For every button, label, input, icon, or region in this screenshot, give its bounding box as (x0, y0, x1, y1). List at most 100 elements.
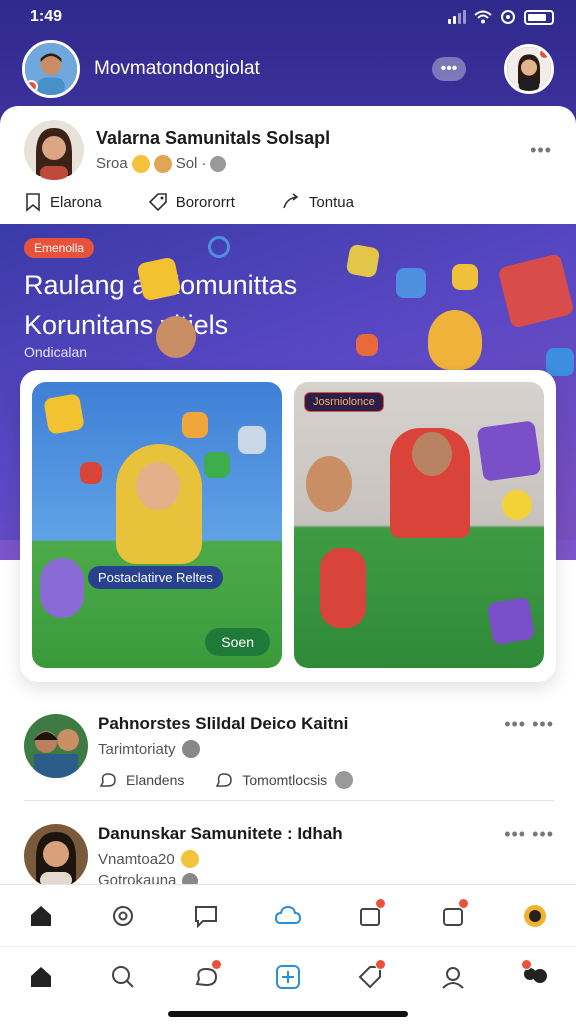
nav-sticker[interactable] (517, 898, 553, 934)
signal-icon (448, 10, 466, 24)
feed-avatar[interactable] (24, 714, 88, 778)
notification-dot (457, 897, 469, 909)
globe-icon (210, 155, 227, 172)
block-icon (182, 412, 208, 438)
nav-calendar[interactable] (352, 897, 388, 934)
feed-item-title: Pahnorstes Slildal Deico Kaitni (98, 714, 349, 733)
post-card: Valarna Samunitals Solsapl Sroa Sol · ••… (0, 106, 576, 224)
sticker-icon (523, 904, 546, 927)
nav-home[interactable] (23, 898, 59, 934)
avatar-woman-image (24, 824, 88, 888)
status-time: 1:49 (30, 8, 63, 25)
chat-block-icon (345, 243, 381, 279)
block-icon (43, 393, 85, 435)
avatar-group-image (24, 714, 88, 778)
banner-title-2: Korunitans vitiels (24, 310, 229, 340)
status-icons (448, 9, 554, 25)
block-icon (204, 452, 230, 478)
post-author-name: Valarna Samunitals Solsapl (96, 127, 331, 148)
feed-item[interactable]: Pahnorstes Slildal Deico Kaitni Tarimtor… (24, 714, 554, 790)
emoji-icon (180, 850, 199, 868)
tile-left[interactable]: Postaclatirve Reltes Soen (32, 382, 282, 668)
heart-block-icon (356, 334, 378, 356)
banner-subtitle: Ondicalan (24, 344, 88, 360)
tab-home[interactable] (23, 959, 59, 995)
post-action-1[interactable]: Elarona (24, 192, 102, 212)
more-options-button[interactable]: ••• (432, 57, 466, 81)
banner-badge: Emenolla (24, 238, 95, 258)
post-meta-text-2: Sol (175, 155, 198, 172)
header-title: Movmatondongiolat (94, 58, 260, 79)
emoji-icon (153, 154, 172, 173)
share-icon (283, 193, 299, 209)
feed-avatar[interactable] (24, 824, 88, 888)
post-meta-text: Sroa (96, 155, 128, 172)
add-icon (275, 964, 300, 989)
post-author-avatar[interactable] (24, 120, 84, 180)
top-header: Movmatondongiolat ••• (0, 34, 576, 104)
mascot-bear-image (428, 310, 482, 370)
avatar-woman-image (24, 120, 84, 180)
home-icon (31, 966, 52, 987)
home-indicator (168, 1011, 408, 1017)
user-avatar[interactable] (22, 40, 80, 98)
decor-circle-icon (208, 236, 230, 258)
battery-icon (524, 9, 554, 25)
puzzle-block-icon (136, 256, 182, 302)
close-icon[interactable] (335, 771, 354, 789)
feed-item-title: Danunskar Samunitete : Idhah (98, 824, 343, 843)
mascot-boy-image (306, 456, 352, 512)
post-action-2[interactable]: Borororrt (148, 192, 235, 212)
woman-face-image (136, 462, 180, 510)
doc-block-icon (396, 268, 426, 298)
mascot-kid-image (156, 316, 196, 358)
tab-create[interactable] (270, 959, 306, 995)
notification-dot (375, 897, 387, 909)
tab-search[interactable] (105, 959, 141, 995)
tab-chat[interactable] (188, 958, 224, 995)
purple-block-icon (486, 596, 536, 646)
profile-avatar[interactable] (504, 44, 554, 94)
feed-item-actions: Elandens Tomomtlocsis (98, 770, 504, 790)
tab-tags[interactable] (352, 958, 388, 995)
tag-icon (148, 193, 167, 212)
feed-more-icon[interactable]: ••• ••• (504, 714, 554, 790)
mascot-image (40, 558, 84, 618)
feed-item-sub-text: Tarimtoriaty (98, 740, 176, 758)
status-bar: 1:49 (0, 0, 576, 34)
separator-dot: · (201, 155, 207, 172)
message-icon (194, 905, 217, 928)
notification-dot (210, 958, 222, 970)
notification-dot (25, 80, 38, 93)
feed-more-icon[interactable]: ••• ••• (504, 824, 554, 889)
feed-divider (24, 800, 554, 801)
feed-item-sub-text: Vnamtoa20 (98, 850, 175, 868)
feed-item[interactable]: Danunskar Samunitete : Idhah Vnamtoa20 G… (24, 824, 554, 889)
bottom-nav-bar (0, 946, 576, 1006)
post-more-icon[interactable]: ••• (530, 140, 552, 161)
post-action-3[interactable]: Tontua (281, 192, 354, 212)
home-icon (31, 905, 52, 926)
tab-groups[interactable] (517, 958, 553, 995)
block-icon (238, 426, 266, 454)
profile-icon (441, 966, 464, 989)
emoji-icon (131, 154, 150, 173)
feed-action-1[interactable]: Elandens (98, 770, 184, 790)
globe-icon (181, 740, 200, 758)
tab-profile[interactable] (435, 959, 471, 995)
nav-messages[interactable] (188, 898, 224, 934)
notification-dot (538, 47, 551, 60)
face-sticker-icon (502, 490, 532, 520)
wifi-icon (474, 10, 492, 24)
cloud-icon (274, 905, 301, 924)
gear-icon (113, 905, 134, 926)
nav-settings[interactable] (105, 898, 141, 934)
nav-community[interactable] (270, 898, 306, 934)
tile-left-button[interactable]: Soen (205, 628, 270, 656)
man-face-image (412, 432, 452, 476)
focus-icon (501, 10, 515, 24)
tile-right[interactable]: Josrniolonce (294, 382, 544, 668)
feed-action-2[interactable]: Tomomtlocsis (214, 770, 354, 790)
nav-games[interactable] (435, 897, 471, 934)
post-meta: Sroa Sol · (96, 154, 530, 173)
